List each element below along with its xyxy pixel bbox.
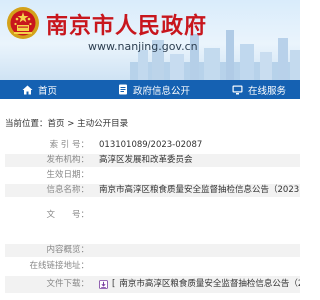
meta-row-file-download: 文件下载： [ 南京市高淳区粮食质量安全监督抽检信息公告（20 (5, 276, 300, 293)
meta-row-effective-date: 生效日期： (5, 169, 300, 182)
meta-value: 013101089/2023-02087 (99, 140, 203, 150)
meta-value: 高淳区发展和改革委员会 (99, 155, 193, 165)
download-icon[interactable] (99, 280, 108, 289)
meta-row-doc-number: 文 号： (5, 202, 300, 228)
meta-label: 发布机构： (46, 155, 89, 165)
meta-row-org: 发布机构： 高淳区发展和改革委员会 (5, 154, 300, 167)
meta-value (99, 169, 300, 182)
meta-value (99, 202, 300, 228)
nav-item-label: 政府信息公开 (133, 85, 191, 97)
breadcrumb-prefix: 当前位置： (5, 119, 48, 129)
nav-item-gov-info[interactable]: 政府信息公开 (118, 80, 190, 99)
meta-value: [ 南京市高淳区粮食质量安全监督抽检信息公告（20 (99, 276, 300, 293)
download-bracket: [ (112, 279, 116, 289)
meta-label: 在线链接地址： (29, 261, 89, 271)
meta-label: 文 号： (46, 210, 89, 220)
meta-row-info-name: 信息名称： 南京市高淳区粮食质量安全监督抽检信息公告（2023 (5, 184, 300, 197)
meta-row-online-link: 在线链接地址： (5, 260, 300, 273)
national-emblem-icon (7, 7, 39, 39)
meta-row-index: 索 引 号： 013101089/2023-02087 (5, 139, 300, 152)
main-nav: 首页 政府信息公开 在线服务 (0, 80, 300, 99)
meta-label: 索 引 号： (49, 140, 89, 150)
meta-value: 南京市高淳区粮食质量安全监督抽检信息公告（2023 (99, 185, 300, 195)
breadcrumb-home-link[interactable]: 首页 (48, 119, 65, 129)
nav-item-label: 首页 (38, 85, 58, 97)
meta-value (99, 244, 300, 257)
home-icon (22, 85, 33, 94)
meta-label: 文件下载： (46, 279, 89, 289)
monitor-icon (232, 85, 243, 94)
breadcrumb-current[interactable]: 主动公开目录 (77, 119, 128, 129)
meta-label: 内容概览： (46, 245, 89, 255)
breadcrumb: 当前位置：首页 > 主动公开目录 (5, 117, 128, 129)
download-file-link[interactable]: 南京市高淳区粮食质量安全监督抽检信息公告（20 (119, 276, 300, 293)
breadcrumb-separator: > (64, 119, 78, 129)
meta-value[interactable] (99, 260, 300, 273)
meta-row-summary: 内容概览： (5, 244, 300, 257)
nav-item-label: 在线服务 (248, 85, 287, 97)
meta-label: 生效日期： (46, 170, 89, 180)
nav-item-online-service[interactable]: 在线服务 (232, 80, 286, 99)
site-banner: 南京市人民政府 www.nanjing.gov.cn (0, 0, 300, 80)
site-url: www.nanjing.gov.cn (88, 40, 198, 53)
document-icon (119, 84, 127, 95)
site-title[interactable]: 南京市人民政府 (46, 8, 207, 40)
nav-item-home[interactable]: 首页 (22, 80, 57, 99)
meta-label: 信息名称： (46, 185, 89, 195)
